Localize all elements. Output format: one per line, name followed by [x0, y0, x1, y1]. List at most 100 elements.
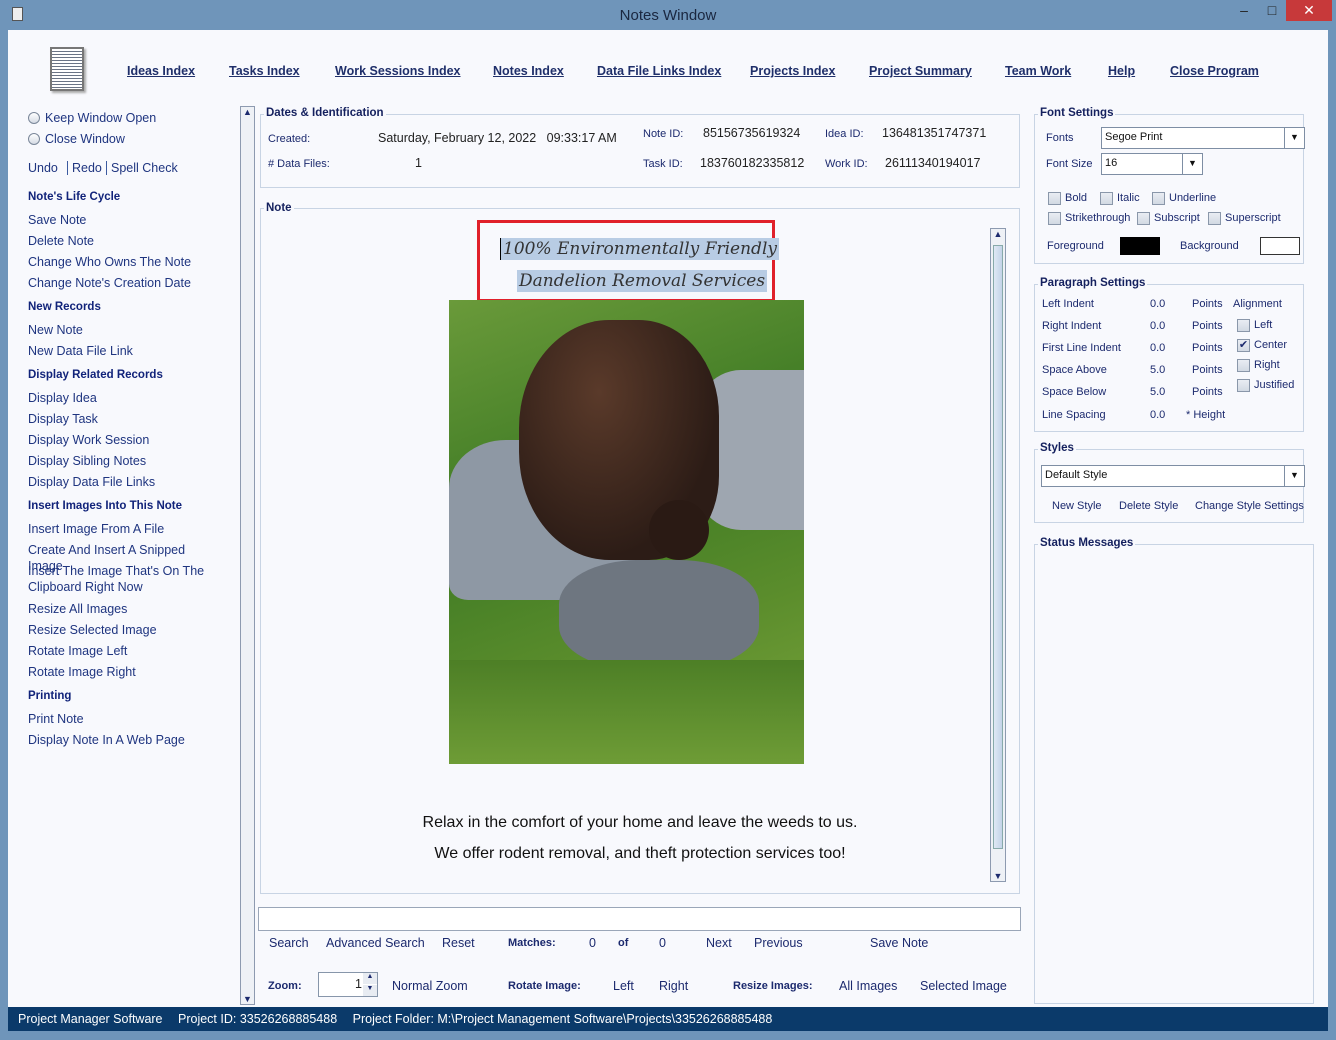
font-size-dropdown[interactable]: 16 ▼: [1101, 153, 1203, 175]
minimize-button[interactable]: –: [1230, 0, 1258, 21]
note-editor[interactable]: 100% Environmentally Friendly Dandelion …: [270, 220, 988, 884]
nav-notes-index[interactable]: Notes Index: [493, 64, 564, 78]
font-dropdown[interactable]: Segoe Print ▼: [1101, 127, 1305, 149]
underline-label[interactable]: Underline: [1169, 192, 1216, 204]
note-line-1: Relax in the comfort of your home and le…: [422, 814, 858, 831]
sidebar-item[interactable]: New Note: [28, 322, 208, 338]
sidebar-item[interactable]: Resize All Images: [28, 601, 208, 617]
delete-style-button[interactable]: Delete Style: [1119, 500, 1178, 512]
chevron-down-icon[interactable]: ▼: [1182, 154, 1202, 174]
para-value[interactable]: 0.0: [1150, 298, 1165, 310]
chevron-down-icon[interactable]: ▼: [1284, 466, 1304, 486]
align-right-checkbox[interactable]: [1237, 359, 1250, 372]
style-dropdown[interactable]: Default Style ▼: [1041, 465, 1305, 487]
radio-button[interactable]: [28, 112, 40, 124]
rotate-right-button[interactable]: Right: [659, 979, 688, 993]
maximize-button[interactable]: □: [1258, 0, 1286, 21]
sidebar-item[interactable]: Display Data File Links: [28, 474, 208, 490]
close-button[interactable]: ✕: [1286, 0, 1332, 21]
para-value[interactable]: 0.0: [1150, 409, 1165, 421]
italic-label[interactable]: Italic: [1117, 192, 1140, 204]
scroll-up-icon[interactable]: ▲: [991, 229, 1005, 239]
sidebar-item[interactable]: Save Note: [28, 212, 208, 228]
sidebar-item[interactable]: Rotate Image Left: [28, 643, 208, 659]
nav-ideas-index[interactable]: Ideas Index: [127, 64, 195, 78]
reset-button[interactable]: Reset: [442, 936, 475, 950]
sidebar-item[interactable]: Display Sibling Notes: [28, 453, 208, 469]
align-left-label[interactable]: Left: [1254, 319, 1272, 331]
sidebar-item[interactable]: Change Note's Creation Date: [28, 275, 208, 291]
resize-selected-button[interactable]: Selected Image: [920, 979, 1007, 993]
sub-label[interactable]: Subscript: [1154, 212, 1200, 224]
sidebar-item[interactable]: Display Note In A Web Page: [28, 732, 208, 748]
sidebar-scrollbar[interactable]: ▲ ▼: [240, 106, 255, 1005]
sidebar-item[interactable]: Change Who Owns The Note: [28, 254, 208, 270]
advanced-search-button[interactable]: Advanced Search: [326, 936, 425, 950]
bold-label[interactable]: Bold: [1065, 192, 1087, 204]
sup-checkbox[interactable]: [1208, 212, 1221, 225]
edit-spell-check-button[interactable]: Spell Check: [106, 161, 178, 175]
italic-checkbox[interactable]: [1100, 192, 1113, 205]
nav-projects-index[interactable]: Projects Index: [750, 64, 835, 78]
sidebar-item[interactable]: Resize Selected Image: [28, 622, 208, 638]
sidebar-item[interactable]: Insert The Image That's On The Clipboard…: [28, 563, 208, 595]
align-left-checkbox[interactable]: [1237, 319, 1250, 332]
sidebar-item[interactable]: Print Note: [28, 711, 208, 727]
radio-0[interactable]: Keep Window Open: [45, 111, 156, 125]
underline-checkbox[interactable]: [1152, 192, 1165, 205]
para-value[interactable]: 0.0: [1150, 342, 1165, 354]
background-color-swatch[interactable]: [1260, 237, 1300, 255]
scroll-down-icon[interactable]: ▼: [241, 994, 254, 1004]
radio-button[interactable]: [28, 133, 40, 145]
bold-checkbox[interactable]: [1048, 192, 1061, 205]
sidebar-item[interactable]: Rotate Image Right: [28, 664, 208, 680]
normal-zoom-button[interactable]: Normal Zoom: [392, 979, 468, 993]
sidebar-item[interactable]: New Data File Link: [28, 343, 208, 359]
align-center-checkbox[interactable]: ✔: [1237, 339, 1250, 352]
strike-label[interactable]: Strikethrough: [1065, 212, 1130, 224]
nav-project-summary[interactable]: Project Summary: [869, 64, 972, 78]
previous-button[interactable]: Previous: [754, 936, 803, 950]
nav-tasks-index[interactable]: Tasks Index: [229, 64, 300, 78]
rotate-left-button[interactable]: Left: [613, 979, 634, 993]
new-style-button[interactable]: New Style: [1052, 500, 1102, 512]
save-note-button[interactable]: Save Note: [870, 936, 928, 950]
next-button[interactable]: Next: [706, 936, 732, 950]
search-button[interactable]: Search: [269, 936, 309, 950]
nav-work-sessions-index[interactable]: Work Sessions Index: [335, 64, 461, 78]
para-value[interactable]: 5.0: [1150, 364, 1165, 376]
edit-redo-button[interactable]: Redo: [67, 161, 102, 175]
align-center-label[interactable]: Center: [1254, 339, 1287, 351]
sidebar-item[interactable]: Display Idea: [28, 390, 208, 406]
scroll-up-icon[interactable]: ▲: [241, 107, 254, 117]
para-value[interactable]: 0.0: [1150, 320, 1165, 332]
foreground-color-swatch[interactable]: [1120, 237, 1160, 255]
nav-team-work[interactable]: Team Work: [1005, 64, 1071, 78]
nav-data-file-links-index[interactable]: Data File Links Index: [597, 64, 721, 78]
bear-photo[interactable]: [449, 300, 804, 764]
spinner-down-icon[interactable]: ▼: [363, 985, 377, 996]
strike-checkbox[interactable]: [1048, 212, 1061, 225]
align-justified-checkbox[interactable]: [1237, 379, 1250, 392]
search-input[interactable]: [258, 907, 1021, 931]
edit-undo-button[interactable]: Undo: [28, 161, 58, 175]
spinner-up-icon[interactable]: ▲: [363, 973, 377, 984]
sidebar-item[interactable]: Delete Note: [28, 233, 208, 249]
align-justified-label[interactable]: Justified: [1254, 379, 1294, 391]
sup-label[interactable]: Superscript: [1225, 212, 1281, 224]
sidebar-item[interactable]: Display Work Session: [28, 432, 208, 448]
radio-1[interactable]: Close Window: [45, 132, 125, 146]
sub-checkbox[interactable]: [1137, 212, 1150, 225]
sidebar-item[interactable]: Insert Image From A File: [28, 521, 208, 537]
nav-close-program[interactable]: Close Program: [1170, 64, 1259, 78]
para-value[interactable]: 5.0: [1150, 386, 1165, 398]
align-right-label[interactable]: Right: [1254, 359, 1280, 371]
change-style-settings-button[interactable]: Change Style Settings: [1195, 500, 1304, 512]
resize-all-button[interactable]: All Images: [839, 979, 897, 993]
chevron-down-icon[interactable]: ▼: [1284, 128, 1304, 148]
zoom-value[interactable]: 1: [318, 977, 362, 991]
nav-help[interactable]: Help: [1108, 64, 1135, 78]
scroll-down-icon[interactable]: ▼: [991, 871, 1005, 881]
sidebar-item[interactable]: Display Task: [28, 411, 208, 427]
note-scrollbar[interactable]: ▲ ▼: [990, 228, 1006, 882]
